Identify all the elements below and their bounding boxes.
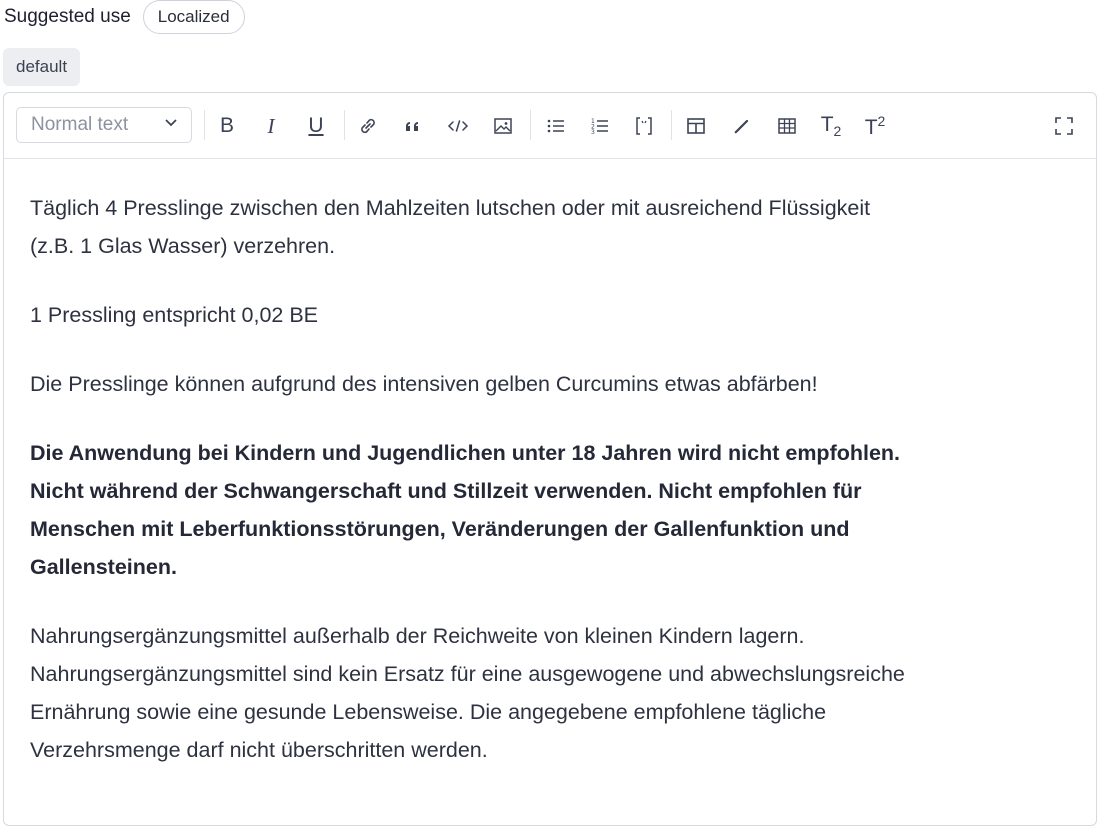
bold-button[interactable]: B — [211, 110, 243, 142]
toolbar-divider — [530, 110, 531, 140]
content-line: 1 Pressling entspricht 0,02 BE — [30, 303, 319, 327]
fullscreen-button[interactable] — [1048, 110, 1080, 142]
superscript-icon: T2 — [865, 113, 886, 140]
locale-tag[interactable]: default — [3, 48, 81, 86]
subscript-button[interactable]: T2 — [815, 110, 847, 142]
bold-icon: B — [219, 114, 234, 137]
content-line: Nahrungsergänzungsmittel sind kein Ersat… — [30, 662, 905, 686]
layout-icon — [685, 115, 707, 137]
image-icon — [492, 115, 514, 137]
content-line: Nicht während der Schwangerschaft und St… — [30, 479, 862, 503]
quote-icon — [402, 115, 424, 137]
subscript-icon: T2 — [821, 113, 842, 139]
svg-text:3: 3 — [591, 129, 595, 136]
layout-button[interactable] — [680, 110, 712, 142]
superscript-label: T — [864, 115, 878, 139]
fullscreen-icon — [1053, 115, 1075, 137]
numbered-list-button[interactable]: 123 — [584, 110, 616, 142]
toolbar-divider — [671, 110, 672, 140]
field-header: Suggested use Localized — [0, 0, 245, 34]
content-paragraph: Die Anwendung bei Kindern und Jugendlich… — [30, 434, 1070, 586]
embed-icon — [633, 115, 655, 137]
superscript-button[interactable]: T2 — [859, 110, 891, 142]
image-button[interactable] — [487, 110, 519, 142]
content-paragraph: Die Presslinge können aufgrund des inten… — [30, 365, 1070, 403]
bullet-list-icon — [545, 115, 567, 137]
highlight-button[interactable] — [726, 110, 758, 142]
localized-badge: Localized — [142, 0, 245, 34]
field-label: Suggested use — [4, 6, 131, 27]
content-line: Menschen mit Leberfunktionsstörungen, Ve… — [30, 517, 850, 541]
table-button[interactable] — [771, 110, 803, 142]
code-icon — [446, 115, 470, 137]
italic-icon: I — [267, 113, 275, 138]
bullet-list-button[interactable] — [540, 110, 572, 142]
content-line: Die Anwendung bei Kindern und Jugendlich… — [30, 441, 901, 465]
content-paragraph: 1 Pressling entspricht 0,02 BE — [30, 296, 1070, 334]
underline-icon: U — [308, 114, 324, 137]
editor-content[interactable]: Täglich 4 Presslinge zwischen den Mahlze… — [4, 159, 1096, 769]
content-line: Verzehrsmenge darf nicht überschritten w… — [30, 738, 488, 762]
content-line: Gallensteinen. — [30, 555, 177, 579]
toolbar-divider — [344, 110, 345, 140]
rich-text-editor: Normal text B I U 1 2 3 T2 T2 Täglich 4 … — [3, 92, 1097, 826]
italic-button[interactable]: I — [255, 110, 287, 142]
embed-button[interactable] — [628, 110, 660, 142]
format-select[interactable]: Normal text — [16, 107, 192, 143]
chevron-down-icon — [163, 114, 179, 136]
content-paragraph: Täglich 4 Presslinge zwischen den Mahlze… — [30, 189, 1070, 265]
content-line: Täglich 4 Presslinge zwischen den Mahlze… — [30, 196, 871, 220]
content-line: Die Presslinge können aufgrund des inten… — [30, 372, 818, 396]
subscript-digit: 2 — [833, 123, 842, 140]
pen-icon — [731, 115, 753, 137]
content-paragraph: Nahrungsergänzungsmittel außerhalb der R… — [30, 617, 1070, 769]
content-line: Ernährung sowie eine gesunde Lebensweise… — [30, 700, 827, 724]
code-button[interactable] — [442, 110, 474, 142]
quote-button[interactable] — [397, 110, 429, 142]
link-icon — [357, 115, 379, 137]
link-button[interactable] — [352, 110, 384, 142]
editor-toolbar: Normal text B I U 1 2 3 T2 T2 — [4, 93, 1096, 159]
underline-button[interactable]: U — [300, 110, 332, 142]
format-select-value: Normal text — [31, 114, 129, 135]
subscript-label: T — [820, 112, 834, 136]
content-line: (z.B. 1 Glas Wasser) verzehren. — [30, 234, 336, 258]
numbered-list-icon: 123 — [589, 115, 611, 137]
content-line: Nahrungsergänzungsmittel außerhalb der R… — [30, 624, 805, 648]
superscript-digit: 2 — [877, 112, 886, 129]
toolbar-divider — [204, 110, 205, 140]
table-icon — [776, 115, 798, 137]
